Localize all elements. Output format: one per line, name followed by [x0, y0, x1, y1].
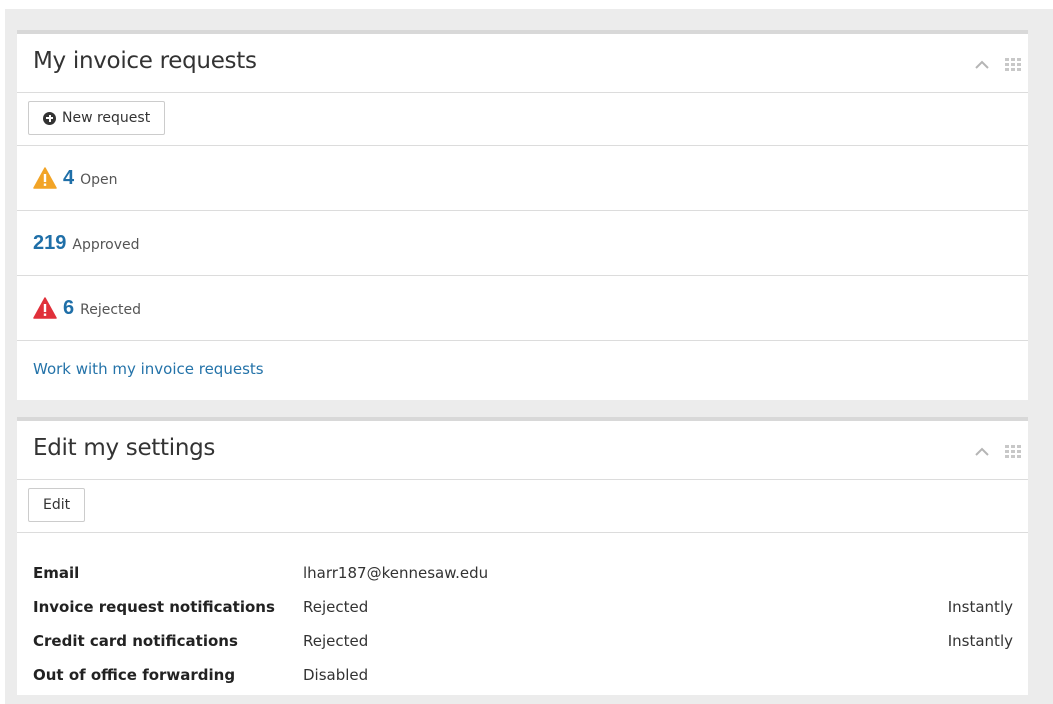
setting-value: Rejected: [303, 632, 369, 650]
edit-settings-button[interactable]: Edit: [28, 488, 86, 522]
setting-key: Credit card notifications: [33, 632, 238, 650]
approved-label: Approved: [72, 237, 140, 253]
panel-title: Edit my settings: [33, 435, 216, 461]
panel-title: My invoice requests: [33, 48, 257, 74]
setting-value: lharr187@kennesaw.edu: [303, 564, 489, 582]
approved-count[interactable]: 219: [33, 232, 66, 255]
work-link-row: Work with my invoice requests: [17, 341, 1028, 396]
settings-panel: Edit my settings Edit Email lharr187@ken…: [17, 417, 1028, 695]
panel-header: Edit my settings: [17, 421, 1028, 480]
warning-icon: [33, 167, 57, 189]
chevron-up-icon[interactable]: [972, 57, 992, 71]
open-label: Open: [80, 172, 118, 188]
setting-key: Invoice request notifications: [33, 598, 275, 616]
panel-controls: [972, 56, 1022, 72]
invoice-requests-panel: My invoice requests New request 4 Open 2…: [17, 30, 1028, 400]
page-canvas: My invoice requests New request 4 Open 2…: [0, 0, 1053, 704]
stat-row-approved[interactable]: 219 Approved: [17, 211, 1028, 276]
setting-key: Email: [33, 564, 80, 582]
grid-icon[interactable]: [1004, 443, 1022, 459]
new-request-button[interactable]: New request: [28, 101, 166, 135]
plus-circle-icon: [43, 111, 56, 125]
invoice-toolbar: New request: [17, 93, 1028, 146]
open-count[interactable]: 4: [63, 167, 74, 190]
setting-value: Disabled: [303, 666, 369, 684]
settings-table: Email lharr187@kennesaw.edu Invoice requ…: [33, 564, 1013, 700]
stat-row-rejected[interactable]: 6 Rejected: [17, 276, 1028, 341]
settings-row-invoice-notifications: Invoice request notifications Rejected I…: [33, 598, 1013, 632]
settings-row-email: Email lharr187@kennesaw.edu: [33, 564, 1013, 598]
settings-row-credit-card-notifications: Credit card notifications Rejected Insta…: [33, 632, 1013, 666]
setting-key: Out of office forwarding: [33, 666, 236, 684]
setting-value: Rejected: [303, 598, 369, 616]
new-request-label: New request: [62, 110, 151, 126]
rejected-count[interactable]: 6: [63, 297, 74, 320]
chevron-up-icon[interactable]: [972, 444, 992, 458]
grid-icon[interactable]: [1004, 56, 1022, 72]
settings-toolbar: Edit: [17, 480, 1028, 533]
rejected-label: Rejected: [80, 302, 142, 318]
settings-row-out-of-office: Out of office forwarding Disabled: [33, 666, 1013, 700]
alert-icon: [33, 297, 57, 319]
panel-header: My invoice requests: [17, 34, 1028, 93]
work-with-invoice-requests-link[interactable]: Work with my invoice requests: [33, 360, 264, 378]
setting-frequency: Instantly: [947, 598, 1013, 616]
stat-row-open[interactable]: 4 Open: [17, 146, 1028, 211]
panel-controls: [972, 443, 1022, 459]
setting-frequency: Instantly: [947, 632, 1013, 650]
